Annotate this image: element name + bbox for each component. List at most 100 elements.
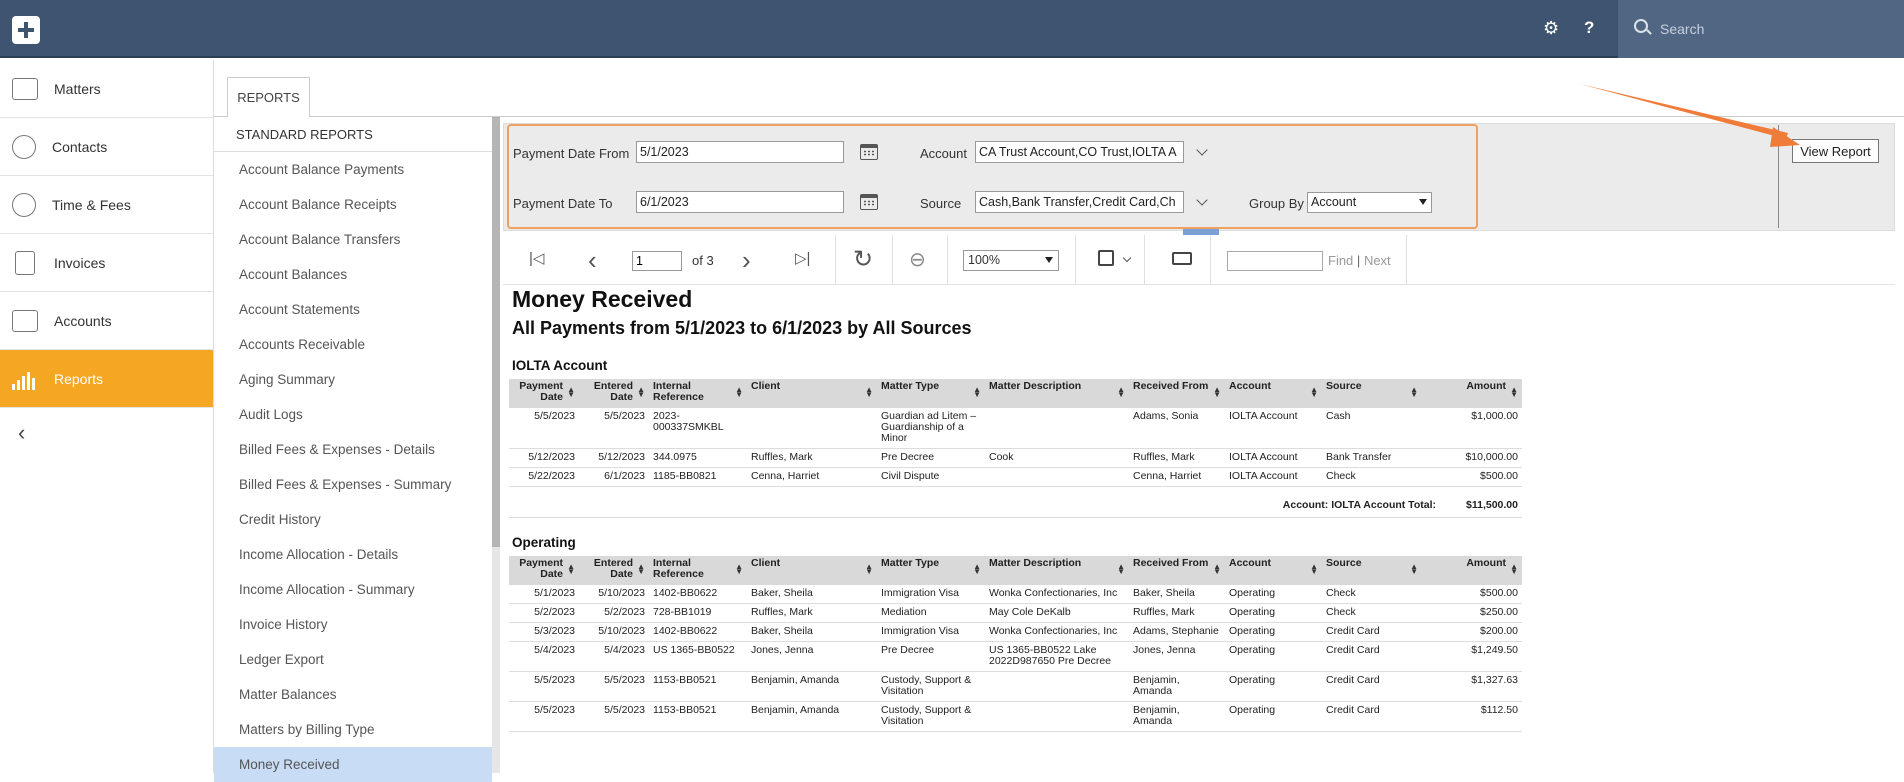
- calendar-icon[interactable]: [860, 144, 878, 160]
- prev-page-icon[interactable]: ‹: [588, 245, 597, 276]
- help-icon[interactable]: ?: [1584, 18, 1594, 38]
- last-page-icon[interactable]: ▷|: [795, 249, 810, 267]
- next-page-icon[interactable]: ›: [742, 245, 751, 276]
- column-header[interactable]: Matter Description ▲ ▼: [985, 379, 1129, 408]
- find-input[interactable]: [1227, 251, 1323, 271]
- nav-item-reports[interactable]: Reports: [0, 350, 213, 408]
- column-header[interactable]: Account ▲ ▼: [1225, 556, 1322, 585]
- sort-icon[interactable]: ▲ ▼: [1117, 563, 1125, 576]
- report-list-item[interactable]: Account Balances: [214, 257, 492, 292]
- back-icon[interactable]: ⊖: [909, 247, 926, 272]
- sort-icon[interactable]: ▲ ▼: [735, 386, 743, 399]
- source-field[interactable]: [975, 191, 1184, 213]
- page-number-input[interactable]: [632, 251, 682, 271]
- sort-icon[interactable]: ▲ ▼: [567, 563, 575, 576]
- chevron-down-icon: [1045, 257, 1053, 263]
- group-by-select[interactable]: Account: [1307, 192, 1432, 213]
- column-header[interactable]: Amount ▲ ▼: [1422, 379, 1522, 408]
- column-header[interactable]: Received From ▲ ▼: [1129, 379, 1225, 408]
- calendar-icon[interactable]: [860, 194, 878, 210]
- report-list-item[interactable]: Matter Balances: [214, 677, 492, 712]
- account-field[interactable]: [975, 141, 1184, 163]
- print-icon[interactable]: [1172, 252, 1192, 265]
- column-header[interactable]: Payment Date ▲ ▼: [509, 556, 579, 585]
- column-header[interactable]: Amount ▲ ▼: [1422, 556, 1522, 585]
- export-dropdown-icon[interactable]: [1122, 253, 1132, 263]
- search-input[interactable]: [1660, 16, 1890, 42]
- sort-icon[interactable]: ▲ ▼: [1410, 386, 1418, 399]
- table-cell: Jones, Jenna: [1129, 641, 1225, 672]
- column-header[interactable]: Internal Reference ▲ ▼: [649, 379, 747, 408]
- first-page-icon[interactable]: |◁: [529, 249, 544, 267]
- report-list-item[interactable]: Accounts Receivable: [214, 327, 492, 362]
- sort-icon[interactable]: ▲ ▼: [865, 386, 873, 399]
- report-viewer: Money Received All Payments from 5/1/202…: [503, 286, 1895, 773]
- report-list-item[interactable]: Account Statements: [214, 292, 492, 327]
- column-header[interactable]: Matter Description ▲ ▼: [985, 556, 1129, 585]
- report-list-item[interactable]: Invoice History: [214, 607, 492, 642]
- column-header[interactable]: Source ▲ ▼: [1322, 556, 1422, 585]
- zoom-select[interactable]: 100%: [963, 250, 1059, 271]
- nav-item-accounts[interactable]: Accounts: [0, 292, 213, 350]
- report-list-item[interactable]: Aging Summary: [214, 362, 492, 397]
- column-header[interactable]: Entered Date ▲ ▼: [579, 379, 649, 408]
- column-header[interactable]: Internal Reference ▲ ▼: [649, 556, 747, 585]
- table-cell: Operating: [1225, 641, 1322, 672]
- report-list-item[interactable]: Account Balance Payments: [214, 152, 492, 187]
- report-list-item[interactable]: Income Allocation - Details: [214, 537, 492, 572]
- report-list-item[interactable]: Matters by Billing Type: [214, 712, 492, 747]
- gear-icon[interactable]: ⚙: [1543, 18, 1559, 39]
- sort-icon[interactable]: ▲ ▼: [1510, 386, 1518, 399]
- report-list-item[interactable]: Ledger Export: [214, 642, 492, 677]
- report-list-item[interactable]: Audit Logs: [214, 397, 492, 432]
- report-list-item[interactable]: Billed Fees & Expenses - Summary: [214, 467, 492, 502]
- view-report-button[interactable]: View Report: [1792, 139, 1879, 163]
- sort-icon[interactable]: ▲ ▼: [973, 386, 981, 399]
- sort-icon[interactable]: ▲ ▼: [973, 563, 981, 576]
- nav-item-contacts[interactable]: Contacts: [0, 118, 213, 176]
- sort-icon[interactable]: ▲ ▼: [735, 563, 743, 576]
- column-header[interactable]: Entered Date ▲ ▼: [579, 556, 649, 585]
- tab-reports[interactable]: REPORTS: [227, 77, 310, 118]
- table-cell: Baker, Sheila: [747, 622, 877, 642]
- sort-icon[interactable]: ▲ ▼: [1510, 563, 1518, 576]
- sort-icon[interactable]: ▲ ▼: [637, 563, 645, 576]
- column-header[interactable]: Client ▲ ▼: [747, 556, 877, 585]
- table-cell: 5/4/2023: [509, 641, 579, 672]
- report-list-item[interactable]: Money Received: [214, 747, 492, 782]
- report-list-item[interactable]: Credit History: [214, 502, 492, 537]
- column-header[interactable]: Matter Type ▲ ▼: [877, 556, 985, 585]
- sort-icon[interactable]: ▲ ▼: [1213, 386, 1221, 399]
- add-icon[interactable]: [12, 16, 40, 44]
- sort-icon[interactable]: ▲ ▼: [637, 386, 645, 399]
- sort-icon[interactable]: ▲ ▼: [1310, 563, 1318, 576]
- report-list-item[interactable]: Income Allocation - Summary: [214, 572, 492, 607]
- report-list-item[interactable]: Billed Fees & Expenses - Details: [214, 432, 492, 467]
- column-header[interactable]: Source ▲ ▼: [1322, 379, 1422, 408]
- nav-item-invoices[interactable]: Invoices: [0, 234, 213, 292]
- sort-icon[interactable]: ▲ ▼: [865, 563, 873, 576]
- find-link[interactable]: Find | Next: [1328, 253, 1391, 268]
- report-list-item[interactable]: Account Balance Receipts: [214, 187, 492, 222]
- column-header[interactable]: Payment Date ▲ ▼: [509, 379, 579, 408]
- refresh-icon[interactable]: ↻: [853, 245, 873, 274]
- column-header[interactable]: Account ▲ ▼: [1225, 379, 1322, 408]
- sort-icon[interactable]: ▲ ▼: [1117, 386, 1125, 399]
- report-list-scrollbar[interactable]: [492, 117, 500, 773]
- toolbar-divider: [892, 235, 893, 285]
- sort-icon[interactable]: ▲ ▼: [1410, 563, 1418, 576]
- nav-item-matters[interactable]: Matters: [0, 60, 213, 118]
- payment-date-from-input[interactable]: [636, 141, 844, 163]
- save-icon[interactable]: [1098, 250, 1114, 266]
- report-list-item[interactable]: Account Balance Transfers: [214, 222, 492, 257]
- sort-icon[interactable]: ▲ ▼: [1213, 563, 1221, 576]
- collapse-nav-icon[interactable]: ‹: [0, 408, 213, 458]
- nav-item-time-fees[interactable]: Time & Fees: [0, 176, 213, 234]
- column-header[interactable]: Client ▲ ▼: [747, 379, 877, 408]
- sort-icon[interactable]: ▲ ▼: [1310, 386, 1318, 399]
- column-header[interactable]: Matter Type ▲ ▼: [877, 379, 985, 408]
- column-header[interactable]: Received From ▲ ▼: [1129, 556, 1225, 585]
- sort-icon[interactable]: ▲ ▼: [567, 386, 575, 399]
- payment-date-to-input[interactable]: [636, 191, 844, 213]
- table-cell: US 1365-BB0522: [649, 641, 747, 672]
